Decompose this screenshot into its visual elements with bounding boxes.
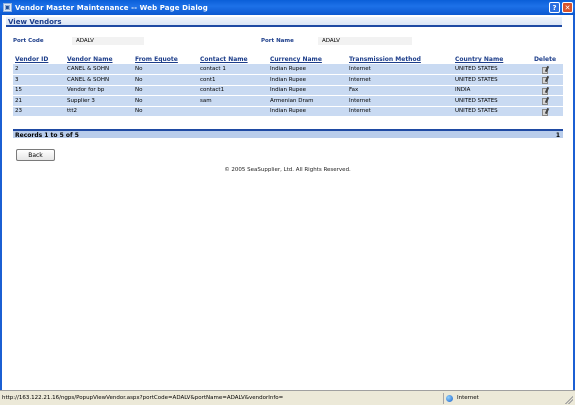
zone-label: Internet	[457, 395, 479, 401]
vendor-id-cell: 15	[13, 85, 65, 96]
port-name-value: ADALV	[318, 37, 412, 45]
currency-name-cell: Armenian Dram	[268, 95, 347, 107]
port-name-label: Port Name	[261, 38, 294, 44]
table-row: 15 Vendor for bp No contact1 Indian Rupe…	[13, 85, 563, 96]
port-code-label: Port Code	[13, 38, 44, 44]
table-footer: Records 1 to 5 of 5 1	[13, 129, 563, 140]
vendor-id-cell: 23	[13, 106, 65, 117]
column-header-from-equote[interactable]: From Equote	[133, 55, 198, 64]
security-zone: Internet	[446, 394, 479, 403]
table-row: 23 ttt2 No Indian Rupee Internet UNITED …	[13, 106, 563, 117]
delete-icon[interactable]	[541, 108, 549, 116]
currency-name-cell: Indian Rupee	[268, 74, 347, 86]
column-header-country-name[interactable]: Country Name	[453, 55, 525, 64]
copyright-text: © 2005 SeaSupplier, Ltd. All Rights Rese…	[224, 167, 351, 173]
dialog-icon: ▣	[3, 3, 12, 12]
port-code-value: ADALV	[72, 37, 144, 45]
vendor-id-cell: 2	[13, 64, 65, 75]
help-button[interactable]: ?	[549, 2, 560, 13]
window-title: Vendor Master Maintenance -- Web Page Di…	[15, 3, 208, 12]
column-header-transmission-method[interactable]: Transmission Method	[347, 55, 453, 64]
page-number-link[interactable]: 1	[556, 131, 560, 140]
from-equote-cell: No	[133, 106, 198, 117]
vendor-name-cell: CANEL & SOHN	[65, 64, 133, 75]
contact-name-cell: contact1	[198, 85, 268, 96]
table-row: 3 CANEL & SOHN No cont1 Indian Rupee Int…	[13, 74, 563, 86]
vendors-table: Vendor ID Vendor Name From Equote Contac…	[13, 55, 563, 117]
vendor-name-cell: CANEL & SOHN	[65, 74, 133, 86]
transmission-method-cell: Fax	[347, 85, 453, 96]
back-button[interactable]: Back	[16, 149, 55, 161]
vendor-id-cell: 21	[13, 95, 65, 107]
from-equote-cell: No	[133, 64, 198, 75]
resize-grip-icon[interactable]	[564, 395, 573, 404]
vendor-name-cell: Vendor for bp	[65, 85, 133, 96]
currency-name-cell: Indian Rupee	[268, 64, 347, 75]
country-name-cell: UNITED STATES	[453, 74, 525, 86]
table-header-row: Vendor ID Vendor Name From Equote Contac…	[13, 55, 563, 64]
from-equote-cell: No	[133, 74, 198, 86]
country-name-cell: INDIA	[453, 85, 525, 96]
globe-icon	[446, 395, 453, 402]
delete-cell	[525, 74, 563, 86]
delete-cell	[525, 106, 563, 117]
vendor-name-cell: Supplier 3	[65, 95, 133, 107]
column-header-contact-name[interactable]: Contact Name	[198, 55, 268, 64]
country-name-cell: UNITED STATES	[453, 106, 525, 117]
delete-icon[interactable]	[541, 87, 549, 95]
status-url: http://163.122.21.16/ngps/PopupViewVendo…	[2, 395, 284, 401]
contact-name-cell: sam	[198, 95, 268, 107]
column-header-vendor-name[interactable]: Vendor Name	[65, 55, 133, 64]
section-title: View Vendors	[6, 17, 562, 27]
currency-name-cell: Indian Rupee	[268, 85, 347, 96]
transmission-method-cell: Internet	[347, 74, 453, 86]
transmission-method-cell: Internet	[347, 106, 453, 117]
column-header-vendor-id[interactable]: Vendor ID	[13, 55, 65, 64]
column-header-currency-name[interactable]: Currency Name	[268, 55, 347, 64]
contact-name-cell	[198, 106, 268, 117]
contact-name-cell: contact 1	[198, 64, 268, 75]
from-equote-cell: No	[133, 95, 198, 107]
delete-icon[interactable]	[541, 97, 549, 106]
status-bar: http://163.122.21.16/ngps/PopupViewVendo…	[0, 390, 575, 405]
vendor-name-cell: ttt2	[65, 106, 133, 117]
country-name-cell: UNITED STATES	[453, 95, 525, 107]
country-name-cell: UNITED STATES	[453, 64, 525, 75]
column-header-delete: Delete	[533, 56, 557, 63]
close-button[interactable]: ✕	[562, 2, 573, 13]
transmission-method-cell: Internet	[347, 95, 453, 107]
from-equote-cell: No	[133, 85, 198, 96]
table-row: 21 Supplier 3 No sam Armenian Dram Inter…	[13, 95, 563, 107]
delete-cell	[525, 85, 563, 96]
table-row: 2 CANEL & SOHN No contact 1 Indian Rupee…	[13, 64, 563, 75]
delete-icon[interactable]	[541, 76, 549, 85]
delete-cell	[525, 95, 563, 107]
contact-name-cell: cont1	[198, 74, 268, 86]
records-count: Records 1 to 5 of 5	[15, 132, 79, 139]
vendor-id-cell: 3	[13, 74, 65, 86]
transmission-method-cell: Internet	[347, 64, 453, 75]
delete-cell	[525, 64, 563, 75]
currency-name-cell: Indian Rupee	[268, 106, 347, 117]
delete-icon[interactable]	[541, 66, 549, 74]
status-divider	[443, 393, 444, 404]
title-bar: ▣ Vendor Master Maintenance -- Web Page …	[0, 0, 575, 15]
